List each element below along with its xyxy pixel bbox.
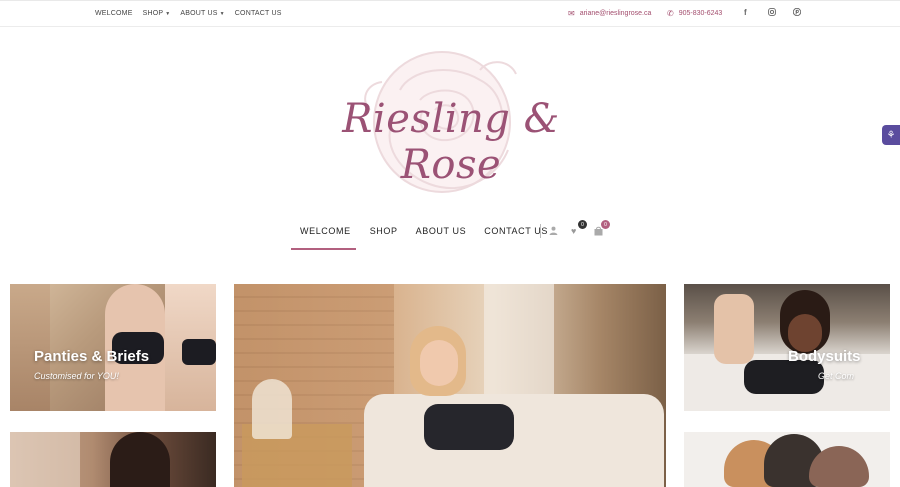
chevron-down-icon: ▼ [219,10,225,17]
tile-subtitle: Customised for YOU! [34,371,119,381]
hero-image-tile[interactable] [234,284,666,487]
model-face [788,314,822,352]
cart-count-badge: 0 [601,220,610,229]
nav-shop[interactable]: SHOP [361,226,407,236]
facebook-icon[interactable]: f [744,8,747,17]
top-bar: WELCOME SHOP ▼ ABOUT US ▼ CONTACT US ✉ ari… [0,0,900,27]
tile-title: Bodysuits [788,348,861,365]
envelope-icon: ✉ [568,9,575,18]
site-logo[interactable]: Riesling & Rose [330,40,570,200]
category-tile-bottom-right[interactable] [684,432,890,487]
nav-about[interactable]: ABOUT US [407,226,476,236]
instagram-icon[interactable] [768,8,776,18]
top-nav-contact[interactable]: CONTACT US [235,10,282,17]
email-link[interactable]: ✉ ariane@rieslingrose.ca [568,9,651,18]
main-nav: WELCOME SHOP ABOUT US CONTACT US [290,226,557,236]
nav-divider [540,224,541,238]
nav-contact[interactable]: CONTACT US [475,226,557,236]
nav-welcome[interactable]: WELCOME [290,226,361,236]
tile-title: Panties & Briefs [34,348,150,365]
pinterest-icon[interactable] [792,7,802,18]
email-text: ariane@rieslingrose.ca [579,10,652,17]
top-nav-about-label: ABOUT US [180,10,218,17]
top-nav-contact-label: CONTACT US [234,10,282,17]
category-tile-bodysuits[interactable]: Bodysuits Get Com [684,284,890,411]
model-hair [110,432,170,487]
heart-icon[interactable]: ♥ [571,226,576,236]
model-face [420,340,458,386]
phone-link[interactable]: ✆ 905-830-6243 [667,9,722,18]
category-tile-bottom-left[interactable] [10,432,216,487]
category-tile-panties[interactable]: Panties & Briefs Customised for YOU! [10,284,216,411]
accessibility-button[interactable]: ⚘ [882,125,900,145]
tile-subtitle: Get Com [818,371,855,381]
phone-text: 905-830-6243 [678,10,723,17]
model-legs [714,294,754,364]
model-garment [182,339,216,365]
phone-icon: ✆ [667,9,674,18]
top-nav: WELCOME SHOP ▼ ABOUT US ▼ CONTACT US [95,10,282,17]
top-nav-shop-label: SHOP [142,10,164,17]
user-icon[interactable] [549,226,558,237]
top-nav-about[interactable]: ABOUT US ▼ [180,10,224,17]
logo-text: Riesling & Rose [342,96,560,188]
top-nav-welcome[interactable]: WELCOME [95,10,133,17]
wishlist-count-badge: 0 [578,220,587,229]
active-nav-underline [291,248,356,250]
model-garment [424,404,514,450]
flower-vase [252,379,292,439]
model-garment [744,360,824,394]
bed [364,394,664,487]
brain-icon: ⚘ [886,129,896,141]
top-nav-shop[interactable]: SHOP ▼ [143,10,171,17]
top-nav-welcome-label: WELCOME [95,10,133,17]
tile-background [10,432,80,487]
chevron-down-icon: ▼ [165,10,171,17]
